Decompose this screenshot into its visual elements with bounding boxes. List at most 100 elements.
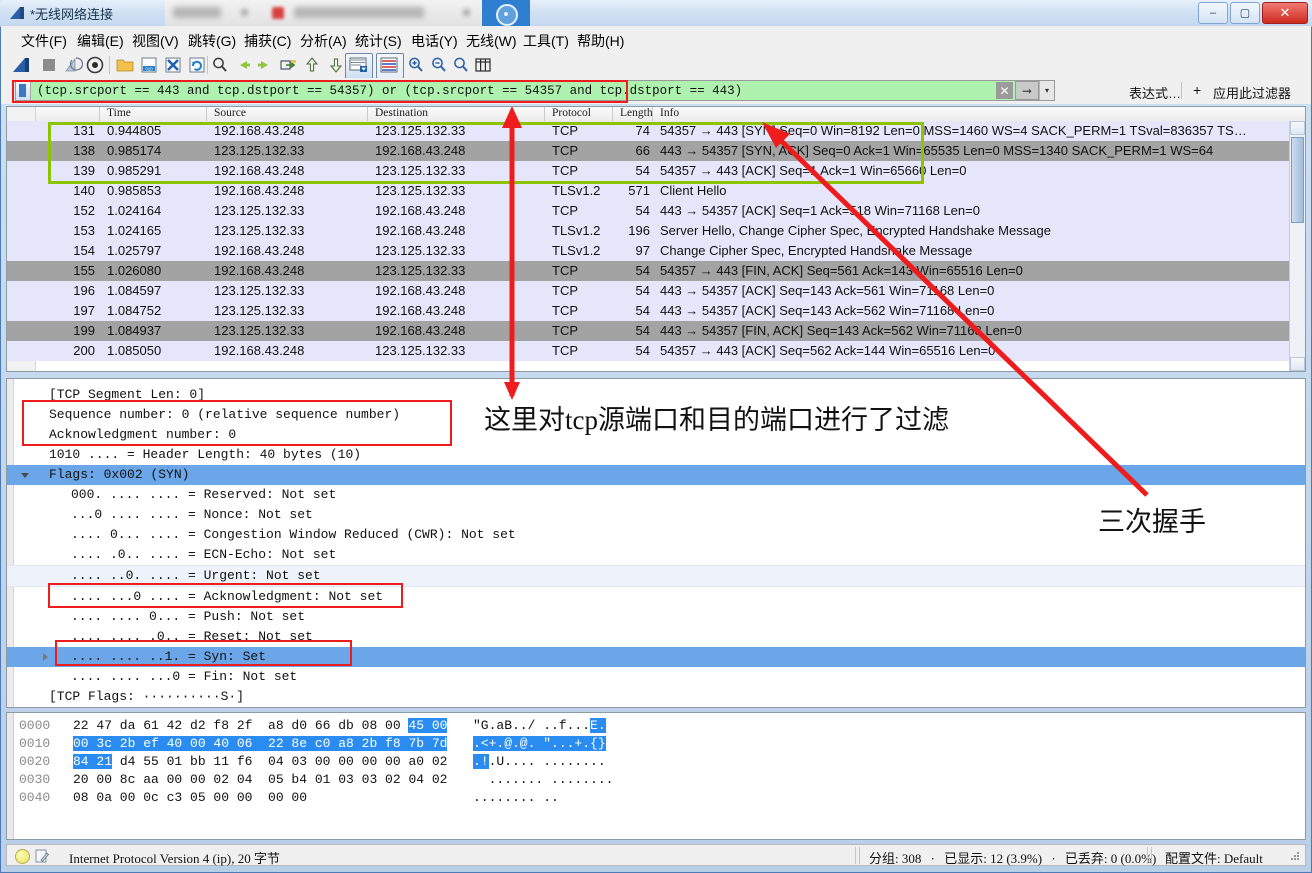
hex-dump-row[interactable]: 0020 84 21 d4 55 01 bb 11 f6 04 03 00 00 … bbox=[7, 753, 1305, 771]
detail-tree-row[interactable]: [TCP Segment Len: 0] bbox=[7, 385, 1305, 405]
detail-tree-row[interactable]: .... .... ..1. = Syn: Set bbox=[7, 647, 1305, 667]
scroll-up-arrow[interactable] bbox=[1290, 121, 1305, 135]
column-header-source[interactable]: Source bbox=[214, 107, 246, 119]
menu-item-tools[interactable]: 工具(T) bbox=[520, 30, 572, 52]
resize-grip-icon[interactable] bbox=[1289, 850, 1301, 862]
add-filter-button[interactable]: + bbox=[1193, 82, 1201, 98]
minimize-button[interactable]: – bbox=[1198, 2, 1228, 24]
display-filter-input[interactable]: (tcp.srcport == 443 and tcp.dstport == 5… bbox=[15, 80, 1055, 101]
packet-detail-pane[interactable]: [TCP Segment Len: 0] Sequence number: 0 (… bbox=[6, 378, 1306, 708]
detail-tree-row[interactable]: .... ...0 .... = Acknowledgment: Not set bbox=[7, 587, 1305, 607]
menu-item-edit[interactable]: 编辑(E) bbox=[74, 30, 127, 52]
menu-item-file[interactable]: 文件(F) bbox=[18, 30, 70, 52]
column-header-protocol[interactable]: Protocol bbox=[552, 107, 591, 119]
table-row[interactable]: 152 1.024164 123.125.132.33 192.168.43.248 T… bbox=[7, 201, 1305, 221]
column-divider[interactable] bbox=[652, 107, 653, 121]
start-capture-icon[interactable] bbox=[11, 55, 31, 75]
hex-dump-row[interactable]: 0000 22 47 da 61 42 d2 f8 2f a8 d0 66 db … bbox=[7, 717, 1305, 735]
filter-expression-button[interactable]: 表达式… bbox=[1129, 83, 1181, 102]
scrollbar-thumb[interactable] bbox=[1291, 137, 1304, 223]
capture-status-indicator-icon[interactable] bbox=[15, 849, 30, 864]
menu-item-help[interactable]: 帮助(H) bbox=[574, 30, 627, 52]
detail-tree-row[interactable]: [TCP Flags: ··········S·] bbox=[7, 687, 1305, 707]
detail-tree-row[interactable]: .... .... ...0 = Fin: Not set bbox=[7, 667, 1305, 687]
detail-tree-row[interactable]: ...0 .... .... = Nonce: Not set bbox=[7, 505, 1305, 525]
zoom-reset-icon[interactable] bbox=[451, 55, 471, 75]
menu-item-telephony[interactable]: 电话(Y) bbox=[408, 30, 461, 52]
packet-bytes-pane[interactable]: 0000 22 47 da 61 42 d2 f8 2f a8 d0 66 db … bbox=[6, 712, 1306, 840]
apply-filter-arrow-icon[interactable]: ➞ bbox=[1015, 81, 1039, 100]
table-row[interactable]: 196 1.084597 123.125.132.33 192.168.43.248 T… bbox=[7, 281, 1305, 301]
column-header-info[interactable]: Info bbox=[660, 107, 679, 119]
table-row[interactable]: 138 0.985174 123.125.132.33 192.168.43.248 T… bbox=[7, 141, 1305, 161]
packet-list-scrollbar[interactable] bbox=[1289, 121, 1305, 371]
hex-dump-row[interactable]: 0010 00 3c 2b ef 40 00 40 06 22 8e c0 a8 … bbox=[7, 735, 1305, 753]
filter-history-dropdown-icon[interactable]: ▾ bbox=[1039, 81, 1054, 100]
menu-item-statistics[interactable]: 统计(S) bbox=[352, 30, 405, 52]
table-row[interactable]: 140 0.985853 192.168.43.248 123.125.132.33 T… bbox=[7, 181, 1305, 201]
detail-tree-row[interactable]: Flags: 0x002 (SYN) bbox=[7, 465, 1305, 485]
go-first-packet-icon[interactable] bbox=[302, 55, 322, 75]
filter-bookmark-icon[interactable] bbox=[16, 81, 31, 100]
open-file-icon[interactable] bbox=[115, 55, 135, 75]
capture-file-properties-icon[interactable] bbox=[35, 849, 49, 863]
tab-close-icon[interactable] bbox=[463, 9, 470, 16]
close-button[interactable]: ✕ bbox=[1262, 2, 1308, 24]
menu-item-capture[interactable]: 捕获(C) bbox=[241, 30, 294, 52]
table-row[interactable]: 200 1.085050 192.168.43.248 123.125.132.33 T… bbox=[7, 341, 1305, 361]
display-filter-value[interactable]: (tcp.srcport == 443 and tcp.dstport == 5… bbox=[31, 84, 996, 98]
table-row[interactable]: 155 1.026080 192.168.43.248 123.125.132.33 T… bbox=[7, 261, 1305, 281]
column-header-time[interactable]: Time bbox=[107, 107, 131, 119]
table-row[interactable]: 199 1.084937 123.125.132.33 192.168.43.248 T… bbox=[7, 321, 1305, 341]
stop-capture-icon[interactable] bbox=[39, 55, 59, 75]
detail-tree-row[interactable]: Sequence number: 0 (relative sequence nu… bbox=[7, 405, 1305, 425]
detail-tree-row[interactable]: .... ..0. .... = Urgent: Not set bbox=[7, 565, 1305, 587]
detail-tree-row[interactable]: .... 0... .... = Congestion Window Reduc… bbox=[7, 525, 1305, 545]
tab-close-icon[interactable] bbox=[241, 9, 248, 16]
column-divider[interactable] bbox=[612, 107, 613, 121]
tree-collapsed-icon[interactable] bbox=[43, 653, 48, 661]
table-row[interactable]: 154 1.025797 192.168.43.248 123.125.132.33 T… bbox=[7, 241, 1305, 261]
table-row[interactable]: 139 0.985291 192.168.43.248 123.125.132.33 T… bbox=[7, 161, 1305, 181]
go-last-packet-icon[interactable] bbox=[326, 55, 346, 75]
table-row[interactable]: 153 1.024165 123.125.132.33 192.168.43.248 T… bbox=[7, 221, 1305, 241]
go-back-icon[interactable] bbox=[233, 55, 253, 75]
go-forward-icon[interactable] bbox=[255, 55, 275, 75]
packet-list-pane[interactable]: No. Time Source Destination Protocol Len… bbox=[6, 106, 1306, 372]
menu-item-view[interactable]: 视图(V) bbox=[129, 30, 182, 52]
new-tab-button[interactable] bbox=[482, 0, 530, 26]
resize-columns-icon[interactable] bbox=[473, 55, 493, 75]
clear-filter-icon[interactable]: ✕ bbox=[996, 82, 1013, 99]
column-header-destination[interactable]: Destination bbox=[375, 107, 428, 119]
apply-this-filter-button[interactable]: 应用此过滤器 bbox=[1213, 83, 1291, 102]
detail-tree-row[interactable]: .... .... 0... = Push: Not set bbox=[7, 607, 1305, 627]
column-divider[interactable] bbox=[544, 107, 545, 121]
detail-tree-row[interactable]: .... .... .0.. = Reset: Not set bbox=[7, 627, 1305, 647]
browser-tab-1[interactable] bbox=[165, 0, 261, 26]
scroll-down-arrow[interactable] bbox=[1290, 357, 1305, 371]
column-divider[interactable] bbox=[206, 107, 207, 121]
hex-dump-row[interactable]: 0030 20 00 8c aa 00 00 02 04 05 b4 01 03 … bbox=[7, 771, 1305, 789]
column-divider[interactable] bbox=[99, 107, 100, 121]
restart-capture-icon[interactable] bbox=[63, 55, 83, 75]
menu-item-go[interactable]: 跳转(G) bbox=[185, 30, 239, 52]
menu-item-analyze[interactable]: 分析(A) bbox=[297, 30, 350, 52]
table-row[interactable]: 131 0.944805 192.168.43.248 123.125.132.33 T… bbox=[7, 121, 1305, 141]
reload-file-icon[interactable] bbox=[187, 55, 207, 75]
menu-item-wireless[interactable]: 无线(W) bbox=[463, 30, 520, 52]
column-header-length[interactable]: Length bbox=[620, 107, 653, 119]
tree-expanded-icon[interactable] bbox=[21, 473, 29, 478]
zoom-in-icon[interactable] bbox=[406, 55, 426, 75]
browser-tab-2[interactable] bbox=[260, 0, 483, 26]
detail-tree-row[interactable]: 1010 .... = Header Length: 40 bytes (10) bbox=[7, 445, 1305, 465]
save-file-icon[interactable]: 010 bbox=[139, 55, 159, 75]
zoom-out-icon[interactable] bbox=[429, 55, 449, 75]
close-file-icon[interactable] bbox=[163, 55, 183, 75]
detail-tree-row[interactable]: 000. .... .... = Reserved: Not set bbox=[7, 485, 1305, 505]
find-packet-icon[interactable] bbox=[210, 55, 230, 75]
column-divider[interactable] bbox=[367, 107, 368, 121]
table-row[interactable]: 197 1.084752 123.125.132.33 192.168.43.248 T… bbox=[7, 301, 1305, 321]
detail-tree-row[interactable]: Acknowledgment number: 0 bbox=[7, 425, 1305, 445]
configuration-profile[interactable]: 配置文件: Default bbox=[1165, 848, 1263, 867]
go-to-packet-icon[interactable] bbox=[278, 55, 298, 75]
